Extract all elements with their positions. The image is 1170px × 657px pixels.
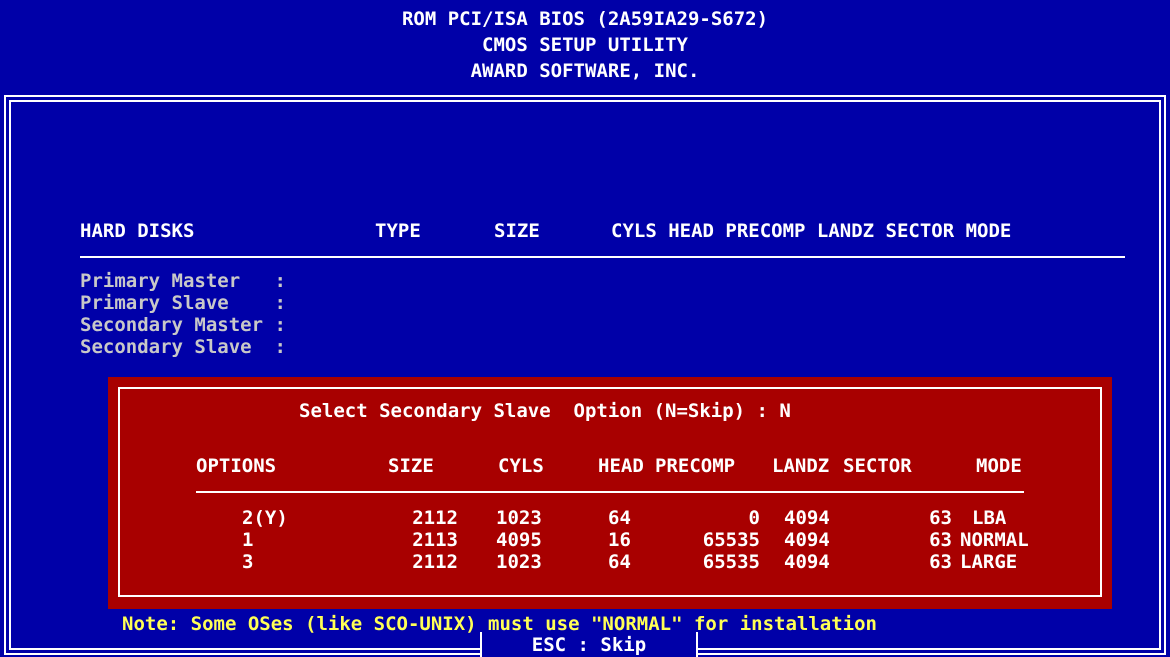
option-size: 2113 xyxy=(412,529,458,551)
dialog-col-precomp: PRECOMP xyxy=(655,455,736,477)
drive-row-primary-slave[interactable]: Primary Slave : xyxy=(80,292,286,314)
bios-version-title: ROM PCI/ISA BIOS (2A59IA29-S672) xyxy=(401,8,769,30)
option-sector: 63 xyxy=(929,507,952,529)
esc-hint-box[interactable]: ESC : Skip xyxy=(480,632,698,657)
option-sector: 63 xyxy=(929,551,952,573)
dialog-col-cyls: CYLS xyxy=(498,455,544,477)
option-size: 2112 xyxy=(412,507,458,529)
vendor-title: AWARD SOFTWARE, INC. xyxy=(470,60,700,82)
option-cyls: 1023 xyxy=(496,507,542,529)
col-hard-disks: HARD DISKS xyxy=(80,220,195,242)
option-number: 3 xyxy=(242,551,254,573)
option-head: 16 xyxy=(608,529,631,551)
utility-title: CMOS SETUP UTILITY xyxy=(482,34,688,56)
option-landz: 4094 xyxy=(784,529,830,551)
table-header-divider xyxy=(80,256,1125,258)
dialog-col-landz: LANDZ xyxy=(772,455,830,477)
option-head: 64 xyxy=(608,507,631,529)
dialog-col-head: HEAD xyxy=(598,455,644,477)
col-geometry: CYLS HEAD PRECOMP LANDZ SECTOR MODE xyxy=(611,220,1012,242)
option-landz: 4094 xyxy=(784,507,830,529)
option-precomp: 65535 xyxy=(702,551,760,573)
option-head: 64 xyxy=(608,551,631,573)
option-landz: 4094 xyxy=(784,551,830,573)
drive-row-secondary-master[interactable]: Secondary Master : xyxy=(80,314,286,336)
option-cyls: 1023 xyxy=(496,551,542,573)
drive-row-secondary-slave[interactable]: Secondary Slave : xyxy=(80,336,286,358)
option-mode: LARGE xyxy=(960,551,1018,573)
option-precomp: 65535 xyxy=(702,529,760,551)
col-type: TYPE xyxy=(375,220,421,242)
dialog-col-mode: MODE xyxy=(976,455,1022,477)
dialog-col-options: OPTIONS xyxy=(196,455,277,477)
option-mode: NORMAL xyxy=(960,529,1029,551)
option-size: 2112 xyxy=(412,551,458,573)
dialog-header-divider xyxy=(196,491,1024,493)
esc-skip-label: ESC : Skip xyxy=(531,634,647,656)
option-cyls: 4095 xyxy=(496,529,542,551)
dialog-col-size: SIZE xyxy=(388,455,434,477)
col-size: SIZE xyxy=(494,220,540,242)
option-number: 2(Y) xyxy=(242,507,288,529)
drive-row-primary-master[interactable]: Primary Master : xyxy=(80,270,286,292)
select-drive-dialog: Select Secondary Slave Option (N=Skip) :… xyxy=(108,377,1112,609)
dialog-prompt[interactable]: Select Secondary Slave Option (N=Skip) :… xyxy=(299,400,791,422)
option-mode: LBA xyxy=(972,507,1007,529)
option-number: 1 xyxy=(242,529,254,551)
dialog-col-sector: SECTOR xyxy=(843,455,912,477)
option-sector: 63 xyxy=(929,529,952,551)
option-precomp: 0 xyxy=(748,507,760,529)
